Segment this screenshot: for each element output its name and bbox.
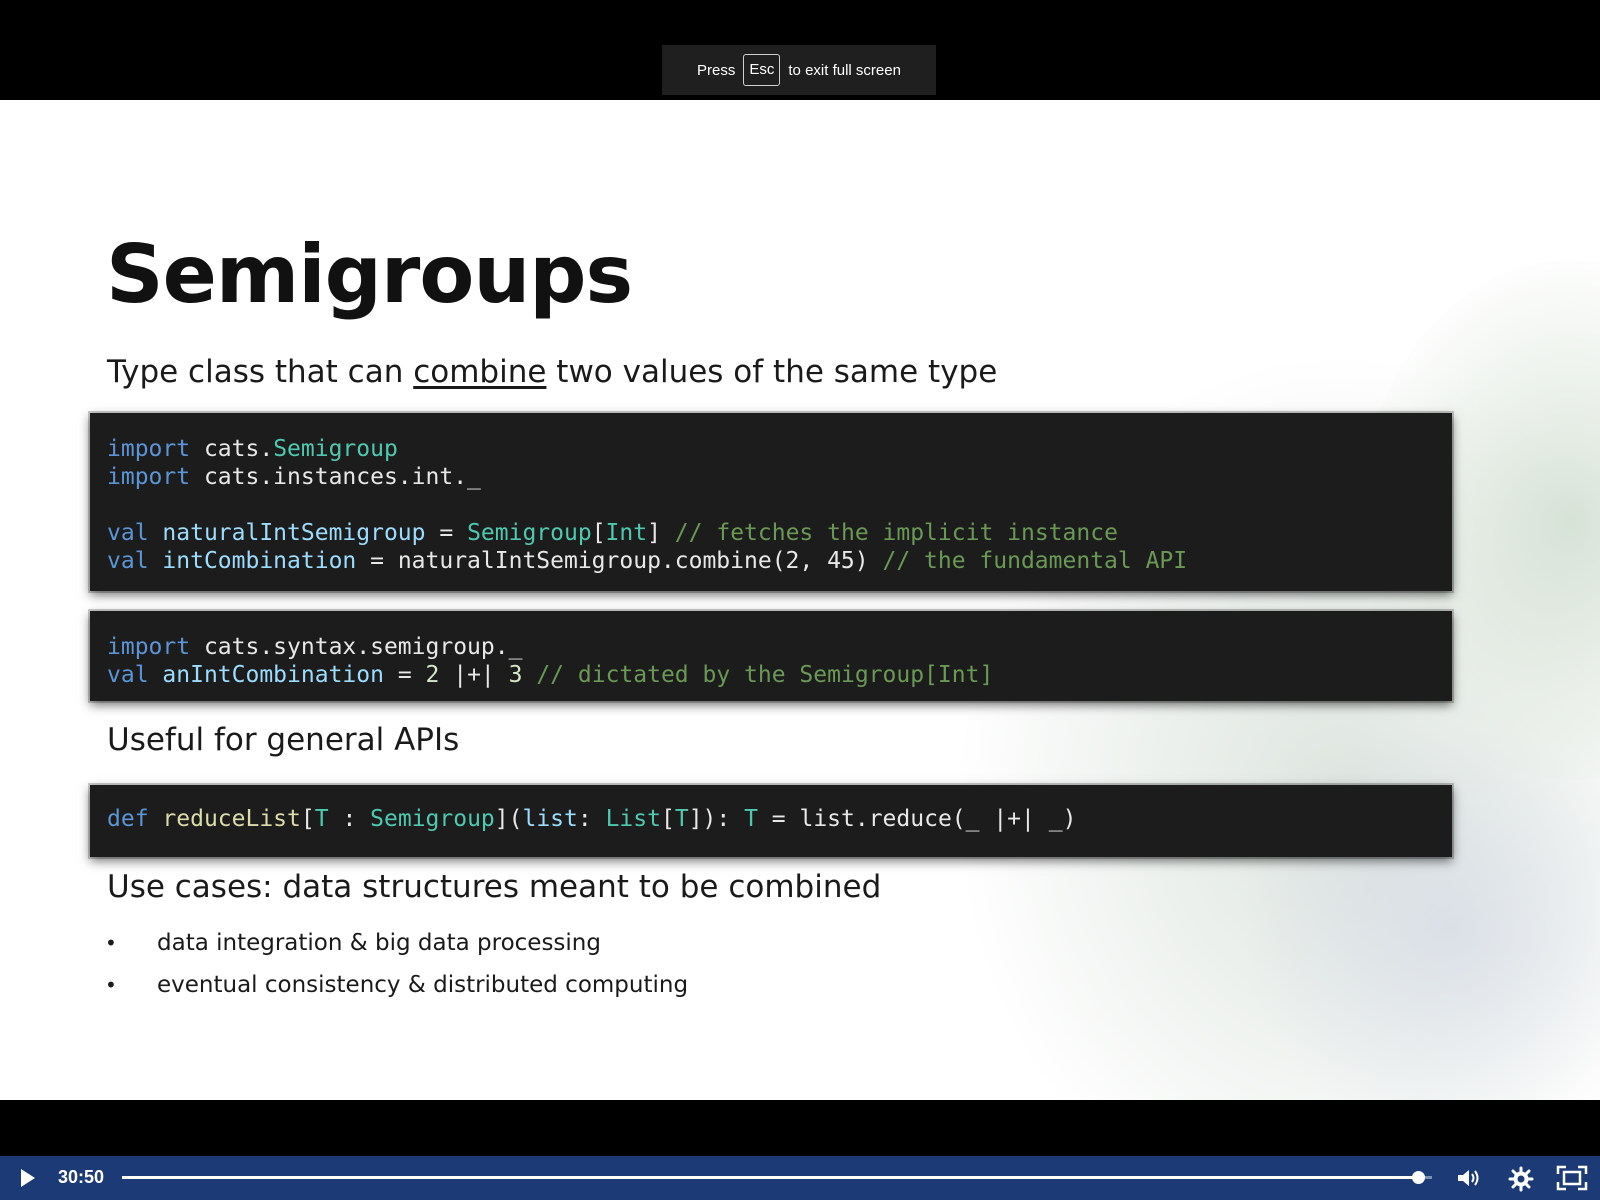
slide: Semigroups Type class that can combine t…	[0, 100, 1600, 1100]
gear-icon	[1508, 1166, 1534, 1192]
volume-button[interactable]	[1455, 1166, 1483, 1190]
fullscreen-button[interactable]	[1556, 1165, 1588, 1191]
code-keyword: import	[107, 464, 191, 490]
code-keyword: val	[107, 548, 149, 574]
subtitle-emphasis: combine	[413, 354, 547, 390]
code-number: 2	[425, 662, 440, 688]
subtitle-text-after: two values of the same type	[546, 354, 998, 390]
current-time: 30:50	[58, 1167, 105, 1187]
code-text: cats.syntax.semigroup._	[190, 634, 523, 660]
code-keyword: import	[107, 436, 191, 462]
code-text: = list.reduce(_ |+| _)	[757, 806, 1077, 832]
code-type: Int	[605, 520, 648, 546]
code-text: ]	[647, 520, 661, 546]
code-type: List	[605, 806, 661, 832]
fullscreen-icon	[1556, 1165, 1588, 1191]
play-button[interactable]	[14, 1165, 40, 1191]
code-number: 3	[508, 662, 523, 688]
code-text: =	[425, 520, 468, 546]
code-line: import cats.Semigroup	[107, 435, 1452, 463]
code-type: Semigroup	[467, 520, 592, 546]
slide-title: Semigroups	[106, 228, 633, 321]
volume-icon	[1458, 1170, 1479, 1186]
code-text: = naturalIntSemigroup.combine(2, 45)	[356, 548, 869, 574]
code-text: cats.instances.int._	[190, 464, 481, 490]
code-comment: // dictated by the Semigroup[Int]	[522, 662, 994, 688]
slide-subtitle: Type class that can combine two values o…	[107, 354, 997, 390]
code-block-reduce-list: def reduceList[T : Semigroup](list: List…	[90, 785, 1452, 857]
code-line: val intCombination = naturalIntSemigroup…	[107, 547, 1452, 575]
code-function: reduceList	[162, 806, 301, 832]
seek-bar-progress	[122, 1176, 1418, 1179]
code-type: T	[744, 806, 758, 832]
code-comment: // the fundamental API	[868, 548, 1188, 574]
play-icon	[21, 1169, 35, 1187]
code-type: Semigroup	[370, 806, 495, 832]
code-identifier: list	[522, 806, 578, 832]
code-line: val naturalIntSemigroup = Semigroup[Int]…	[107, 519, 1452, 547]
code-block-semigroup-syntax: import cats.syntax.semigroup._ val anInt…	[90, 611, 1452, 701]
code-line: val anIntCombination = 2 |+| 3 // dictat…	[107, 661, 1452, 689]
fullscreen-notice: Press Esc to exit full screen	[662, 45, 936, 95]
list-item: data integration & big data processing	[105, 922, 688, 964]
code-text: ](	[494, 806, 523, 832]
code-text: :	[577, 806, 606, 832]
code-text: ]):	[688, 806, 745, 832]
code-line: import cats.syntax.semigroup._	[107, 633, 1452, 661]
code-text: [	[660, 806, 675, 832]
code-comment: // fetches the implicit instance	[660, 520, 1118, 546]
code-keyword: val	[107, 520, 149, 546]
fullscreen-notice-suffix: to exit full screen	[788, 61, 901, 79]
section-heading-use-cases: Use cases: data structures meant to be c…	[107, 869, 882, 905]
code-identifier: intCombination	[162, 548, 357, 574]
code-text: [	[591, 520, 606, 546]
code-block-semigroup-instance: import cats.Semigroup import cats.instan…	[90, 413, 1452, 591]
code-keyword: val	[107, 662, 149, 688]
code-operator: |+|	[439, 662, 509, 688]
settings-button[interactable]	[1508, 1166, 1534, 1192]
code-line: import cats.instances.int._	[107, 463, 1452, 491]
code-identifier: naturalIntSemigroup	[162, 520, 426, 546]
seek-bar[interactable]	[122, 1171, 1432, 1184]
fullscreen-notice-prefix: Press	[697, 61, 736, 79]
player-controls: 30:50	[0, 1156, 1600, 1200]
esc-key-label: Esc	[743, 54, 781, 86]
code-type: Semigroup	[273, 436, 398, 462]
code-keyword: def	[107, 806, 149, 832]
code-text: :	[328, 806, 371, 832]
seek-handle[interactable]	[1411, 1171, 1425, 1184]
list-item: eventual consistency & distributed compu…	[105, 964, 688, 1006]
code-type: T	[674, 806, 689, 832]
subtitle-text-before: Type class that can	[107, 354, 414, 390]
code-type: T	[314, 806, 329, 832]
code-text: cats.	[190, 436, 274, 462]
code-identifier: anIntCombination	[162, 662, 384, 688]
code-text: =	[383, 662, 426, 688]
code-line: def reduceList[T : Semigroup](list: List…	[107, 805, 1452, 833]
code-keyword: import	[107, 634, 191, 660]
use-cases-list: data integration & big data processing e…	[105, 922, 688, 1006]
code-text: [	[300, 806, 315, 832]
section-heading-general-apis: Useful for general APIs	[107, 722, 460, 758]
